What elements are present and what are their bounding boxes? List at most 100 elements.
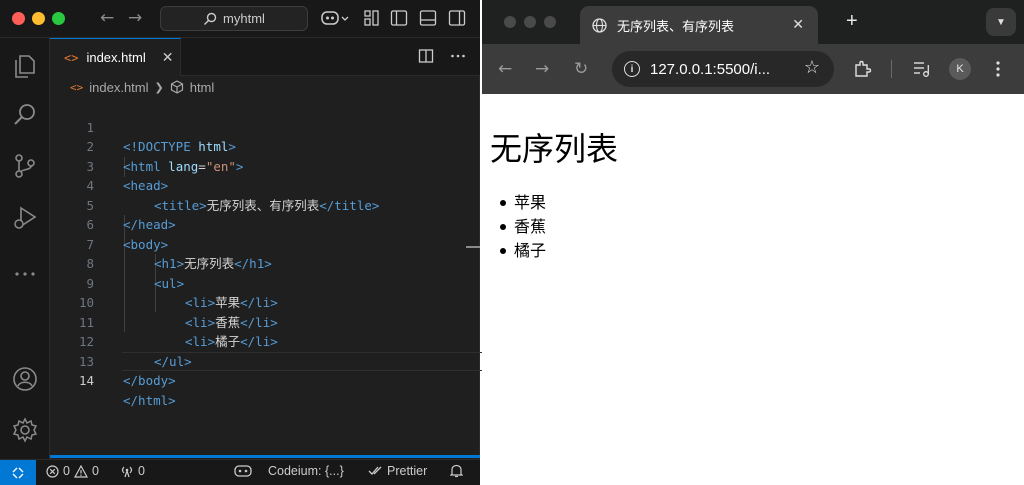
vscode-titlebar: ← → myhtml	[0, 0, 480, 38]
maximize-window-button[interactable]	[52, 12, 65, 25]
list-item: 橘子	[499, 239, 546, 263]
warning-count: 0	[91, 464, 99, 478]
browser-tab-title: 无序列表、有序列表	[617, 18, 735, 34]
menu-kebab-icon[interactable]	[995, 59, 1001, 79]
page-heading: 无序列表	[490, 130, 619, 168]
check-all-icon	[368, 466, 382, 475]
code-line: 14 </html>	[50, 352, 480, 408]
status-bar: 0 0 0 Codeium: {...} Prettier	[0, 459, 480, 485]
problems-status[interactable]: 0 0	[46, 464, 99, 478]
code-line: 2 <html lang="en">	[50, 118, 480, 174]
code-line: 6 <body>	[50, 196, 480, 252]
maximize-window-button[interactable]	[544, 16, 556, 28]
warning-icon	[73, 464, 88, 478]
search-icon	[204, 12, 217, 25]
breadcrumb-file[interactable]: index.html	[89, 80, 148, 95]
customize-layout-icon[interactable]	[364, 9, 380, 27]
html-file-icon: <>	[70, 80, 84, 94]
minimize-window-button[interactable]	[32, 12, 45, 25]
command-center-search[interactable]: myhtml	[160, 6, 308, 31]
remote-icon	[12, 467, 24, 479]
codeium-status[interactable]: Codeium: {...}	[268, 464, 344, 478]
search-icon[interactable]	[11, 101, 39, 129]
broadcast-icon	[121, 466, 133, 477]
bell-icon	[450, 464, 463, 478]
workspace-name: myhtml	[223, 11, 265, 26]
forward-arrow-icon[interactable]: →	[128, 8, 142, 28]
code-line: 3 <head>	[50, 137, 480, 194]
browser-window: 无序列表、有序列表 ✕ + ▼ ← → ↻ i 127.0.0.1:5500/i…	[482, 0, 1024, 485]
symbol-element-icon	[170, 80, 183, 94]
bookmark-star-icon[interactable]: ☆	[804, 57, 820, 78]
forward-arrow-icon[interactable]: →	[535, 59, 549, 79]
split-editor-icon[interactable]	[418, 48, 434, 64]
panel-resize-sash[interactable]	[50, 455, 480, 458]
breadcrumb-symbol[interactable]: html	[190, 80, 215, 95]
tab-label: index.html	[86, 50, 146, 65]
address-url: 127.0.0.1:5500/i...	[650, 60, 771, 78]
source-control-icon[interactable]	[11, 152, 39, 180]
prettier-status[interactable]: Prettier	[368, 464, 427, 478]
globe-icon	[592, 17, 607, 33]
more-actions-icon[interactable]	[450, 48, 466, 64]
breadcrumb: <> index.html ❯ html	[50, 76, 480, 98]
back-arrow-icon[interactable]: ←	[498, 59, 512, 79]
list-item: 香蕉	[499, 215, 546, 239]
browser-tab-active[interactable]: 无序列表、有序列表 ✕	[580, 6, 818, 44]
address-bar[interactable]: i 127.0.0.1:5500/i... ☆	[612, 51, 834, 87]
chevron-right-icon: ❯	[154, 81, 164, 94]
code-line: 4 <title>无序列表、有序列表</title>	[50, 157, 480, 213]
extensions-puzzle-icon[interactable]	[853, 59, 873, 79]
code-line: 12 </ul>	[50, 313, 480, 369]
activity-bar	[0, 38, 50, 459]
rendered-web-page: 无序列表 苹果 香蕉 橘子	[482, 94, 1024, 485]
tab-search-chevron-down-icon[interactable]: ▼	[986, 8, 1016, 36]
editor-tabs: <> index.html ✕	[50, 38, 480, 76]
toggle-secondary-sidebar-icon[interactable]	[448, 9, 466, 27]
site-info-icon[interactable]: i	[624, 61, 640, 77]
notifications-status[interactable]	[450, 464, 463, 478]
error-icon	[46, 464, 59, 478]
vscode-window: ← → myhtml <> index.html ✕ <> index.html…	[0, 0, 530, 485]
run-and-debug-icon[interactable]	[11, 204, 39, 232]
list-item: 苹果	[499, 191, 546, 215]
back-arrow-icon[interactable]: ←	[100, 8, 114, 28]
copilot-icon[interactable]	[320, 9, 350, 29]
profile-avatar[interactable]: K	[949, 58, 971, 80]
browser-tabstrip: 无序列表、有序列表 ✕ + ▼	[482, 0, 1024, 44]
code-token: </body>	[123, 373, 176, 388]
code-line: 1 <!DOCTYPE html>	[50, 98, 480, 155]
avatar-letter: K	[956, 63, 964, 75]
editor-actions	[418, 48, 466, 64]
close-tab-icon[interactable]: ✕	[792, 16, 804, 33]
toggle-panel-icon[interactable]	[419, 9, 437, 27]
remote-indicator[interactable]	[0, 460, 36, 485]
close-window-button[interactable]	[12, 12, 25, 25]
tab-index-html[interactable]: <> index.html ✕	[50, 38, 181, 76]
copilot-status[interactable]	[234, 464, 252, 478]
toggle-primary-sidebar-icon[interactable]	[390, 9, 408, 27]
new-tab-plus-icon[interactable]: +	[846, 10, 858, 33]
accounts-icon[interactable]	[11, 365, 39, 393]
code-line: 10 <li>香蕉</li>	[50, 274, 480, 330]
code-line: 13 </body>	[50, 332, 480, 389]
close-tab-icon[interactable]: ✕	[162, 49, 174, 66]
prettier-label: Prettier	[387, 464, 428, 478]
code-line: 8 <ul>	[50, 235, 480, 291]
code-line: 9 <li>苹果</li>	[50, 254, 480, 311]
more-views-icon[interactable]	[11, 260, 39, 288]
browser-toolbar: ← → ↻ i 127.0.0.1:5500/i... ☆ K	[482, 44, 1024, 94]
manage-gear-icon[interactable]	[11, 416, 39, 444]
explorer-icon[interactable]	[11, 52, 39, 80]
code-token: </html>	[123, 392, 176, 408]
ports-status[interactable]: 0	[120, 464, 145, 478]
close-window-button[interactable]	[504, 16, 516, 28]
minimize-window-button[interactable]	[524, 16, 536, 28]
unordered-list: 苹果 香蕉 橘子	[499, 191, 546, 263]
code-line: 11 <li>橘子</li>	[50, 293, 480, 350]
media-controls-icon[interactable]	[912, 60, 932, 78]
code-editor[interactable]: 1 <!DOCTYPE html> 2 <html lang="en"> 3 <…	[50, 98, 530, 456]
reload-icon[interactable]: ↻	[574, 59, 588, 79]
ports-count: 0	[138, 464, 145, 478]
scrollbar-position-marker[interactable]	[466, 246, 480, 248]
